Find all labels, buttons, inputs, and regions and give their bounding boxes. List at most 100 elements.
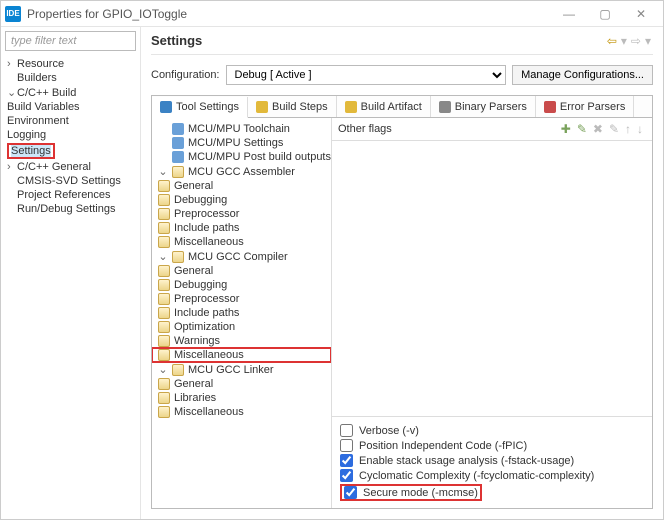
stack-checkbox[interactable] [340,454,353,467]
tool-node-asm-include[interactable]: Include paths [152,221,331,235]
add-icon[interactable]: ✚ [561,122,571,136]
tool-node-compiler[interactable]: ⌄MCU GCC Compiler [152,249,331,264]
label: C/C++ General [17,161,91,173]
tool-node-asm-general[interactable]: General [152,179,331,193]
label: MCU/MPU Post build outputs [188,151,331,163]
label: Preprocessor [174,208,239,220]
tab-build-artifact[interactable]: Build Artifact [337,96,431,117]
move-up-icon[interactable]: ↑ [625,122,631,136]
page-icon [158,378,170,390]
chip-icon [172,137,184,149]
chip-icon [172,151,184,163]
tool-node-c-warn[interactable]: Warnings [152,334,331,348]
tool-node-c-debugging[interactable]: Debugging [152,278,331,292]
label: Warnings [174,335,220,347]
tool-node-c-preproc[interactable]: Preprocessor [152,292,331,306]
cyclo-checkbox[interactable] [340,469,353,482]
page-icon [158,406,170,418]
tool-node-asm-misc[interactable]: Miscellaneous [152,235,331,249]
tree-item-cmsis[interactable]: CMSIS-SVD Settings [1,174,140,188]
tool-node-assembler[interactable]: ⌄MCU GCC Assembler [152,164,331,179]
label: Tool Settings [176,101,239,113]
tree-item-settings[interactable]: Settings [1,142,140,160]
label: Settings [11,145,51,157]
tool-node-c-general[interactable]: General [152,264,331,278]
steps-icon [256,101,268,113]
tool-node-asm-debugging[interactable]: Debugging [152,193,331,207]
label: Binary Parsers [455,101,527,113]
page-icon [158,279,170,291]
tool-node-linker[interactable]: ⌄MCU GCC Linker [152,362,331,377]
minimize-button[interactable]: — [551,7,587,21]
label: Preprocessor [174,293,239,305]
nav-fwd-menu-icon[interactable]: ▾ [645,34,651,48]
page-icon [158,335,170,347]
delete-icon[interactable]: ✖ [593,122,603,136]
verbose-label: Verbose (-v) [359,425,419,437]
label: Resource [17,58,64,70]
label: Miscellaneous [174,349,244,361]
folder-icon [172,364,184,376]
tree-item-resource[interactable]: ›Resource [1,57,140,71]
filter-input[interactable]: type filter text [5,31,136,51]
page-icon [158,392,170,404]
tab-binary-parsers[interactable]: Binary Parsers [431,96,536,117]
edit-icon[interactable]: ✎ [609,122,619,136]
page-icon [158,293,170,305]
label: Debugging [174,279,227,291]
tool-node-c-opt[interactable]: Optimization [152,320,331,334]
secure-checkbox[interactable] [344,486,357,499]
config-select[interactable]: Debug [ Active ] [226,65,507,85]
move-down-icon[interactable]: ↓ [637,122,643,136]
tool-node-mpu-settings[interactable]: MCU/MPU Settings [152,136,331,150]
tool-node-l-libs[interactable]: Libraries [152,391,331,405]
tree-item-logging[interactable]: Logging [1,128,140,142]
error-icon [544,101,556,113]
settings-tabs: Tool Settings Build Steps Build Artifact… [151,95,653,117]
label: Build Variables [7,101,80,113]
other-flags-label: Other flags [338,123,558,135]
tool-node-asm-preproc[interactable]: Preprocessor [152,207,331,221]
label: MCU GCC Linker [188,364,274,376]
label: CMSIS-SVD Settings [17,175,121,187]
tool-node-c-misc[interactable]: Miscellaneous [152,348,331,362]
add-path-icon[interactable]: ✎ [577,122,587,136]
other-flags-list[interactable] [332,141,652,416]
nav-back-icon[interactable]: ⇦ [607,34,617,48]
chip-icon [172,123,184,135]
app-badge-icon: IDE [5,6,21,22]
label: Debugging [174,194,227,206]
page-icon [158,222,170,234]
page-icon [158,194,170,206]
label: Build Artifact [361,101,422,113]
tree-item-builders[interactable]: Builders [1,71,140,85]
nav-back-menu-icon[interactable]: ▾ [621,34,627,48]
tree-item-cpp-general[interactable]: ›C/C++ General [1,160,140,174]
tree-item-cpp-build[interactable]: ⌄C/C++ Build [1,85,140,100]
tree-item-build-variables[interactable]: Build Variables [1,100,140,114]
manage-configs-button[interactable]: Manage Configurations... [512,65,653,85]
close-button[interactable]: ✕ [623,7,659,21]
window-titlebar: IDE Properties for GPIO_IOToggle — ▢ ✕ [1,1,663,27]
tab-tool-settings[interactable]: Tool Settings [152,97,248,118]
label: MCU GCC Compiler [188,251,288,263]
maximize-button[interactable]: ▢ [587,7,623,21]
page-icon [158,321,170,333]
pic-checkbox[interactable] [340,439,353,452]
tool-node-toolchain[interactable]: MCU/MPU Toolchain [152,122,331,136]
tree-item-run-debug[interactable]: Run/Debug Settings [1,202,140,216]
tree-item-environment[interactable]: Environment [1,114,140,128]
label: Logging [7,129,46,141]
label: Include paths [174,222,239,234]
tree-item-proj-refs[interactable]: Project References [1,188,140,202]
tool-node-c-include[interactable]: Include paths [152,306,331,320]
page-icon [158,265,170,277]
tool-node-l-misc[interactable]: Miscellaneous [152,405,331,419]
tab-build-steps[interactable]: Build Steps [248,96,337,117]
label: Project References [17,189,111,201]
tool-node-post-build[interactable]: MCU/MPU Post build outputs [152,150,331,164]
verbose-checkbox[interactable] [340,424,353,437]
nav-forward-icon[interactable]: ⇨ [631,34,641,48]
tool-node-l-general[interactable]: General [152,377,331,391]
tab-error-parsers[interactable]: Error Parsers [536,96,634,117]
